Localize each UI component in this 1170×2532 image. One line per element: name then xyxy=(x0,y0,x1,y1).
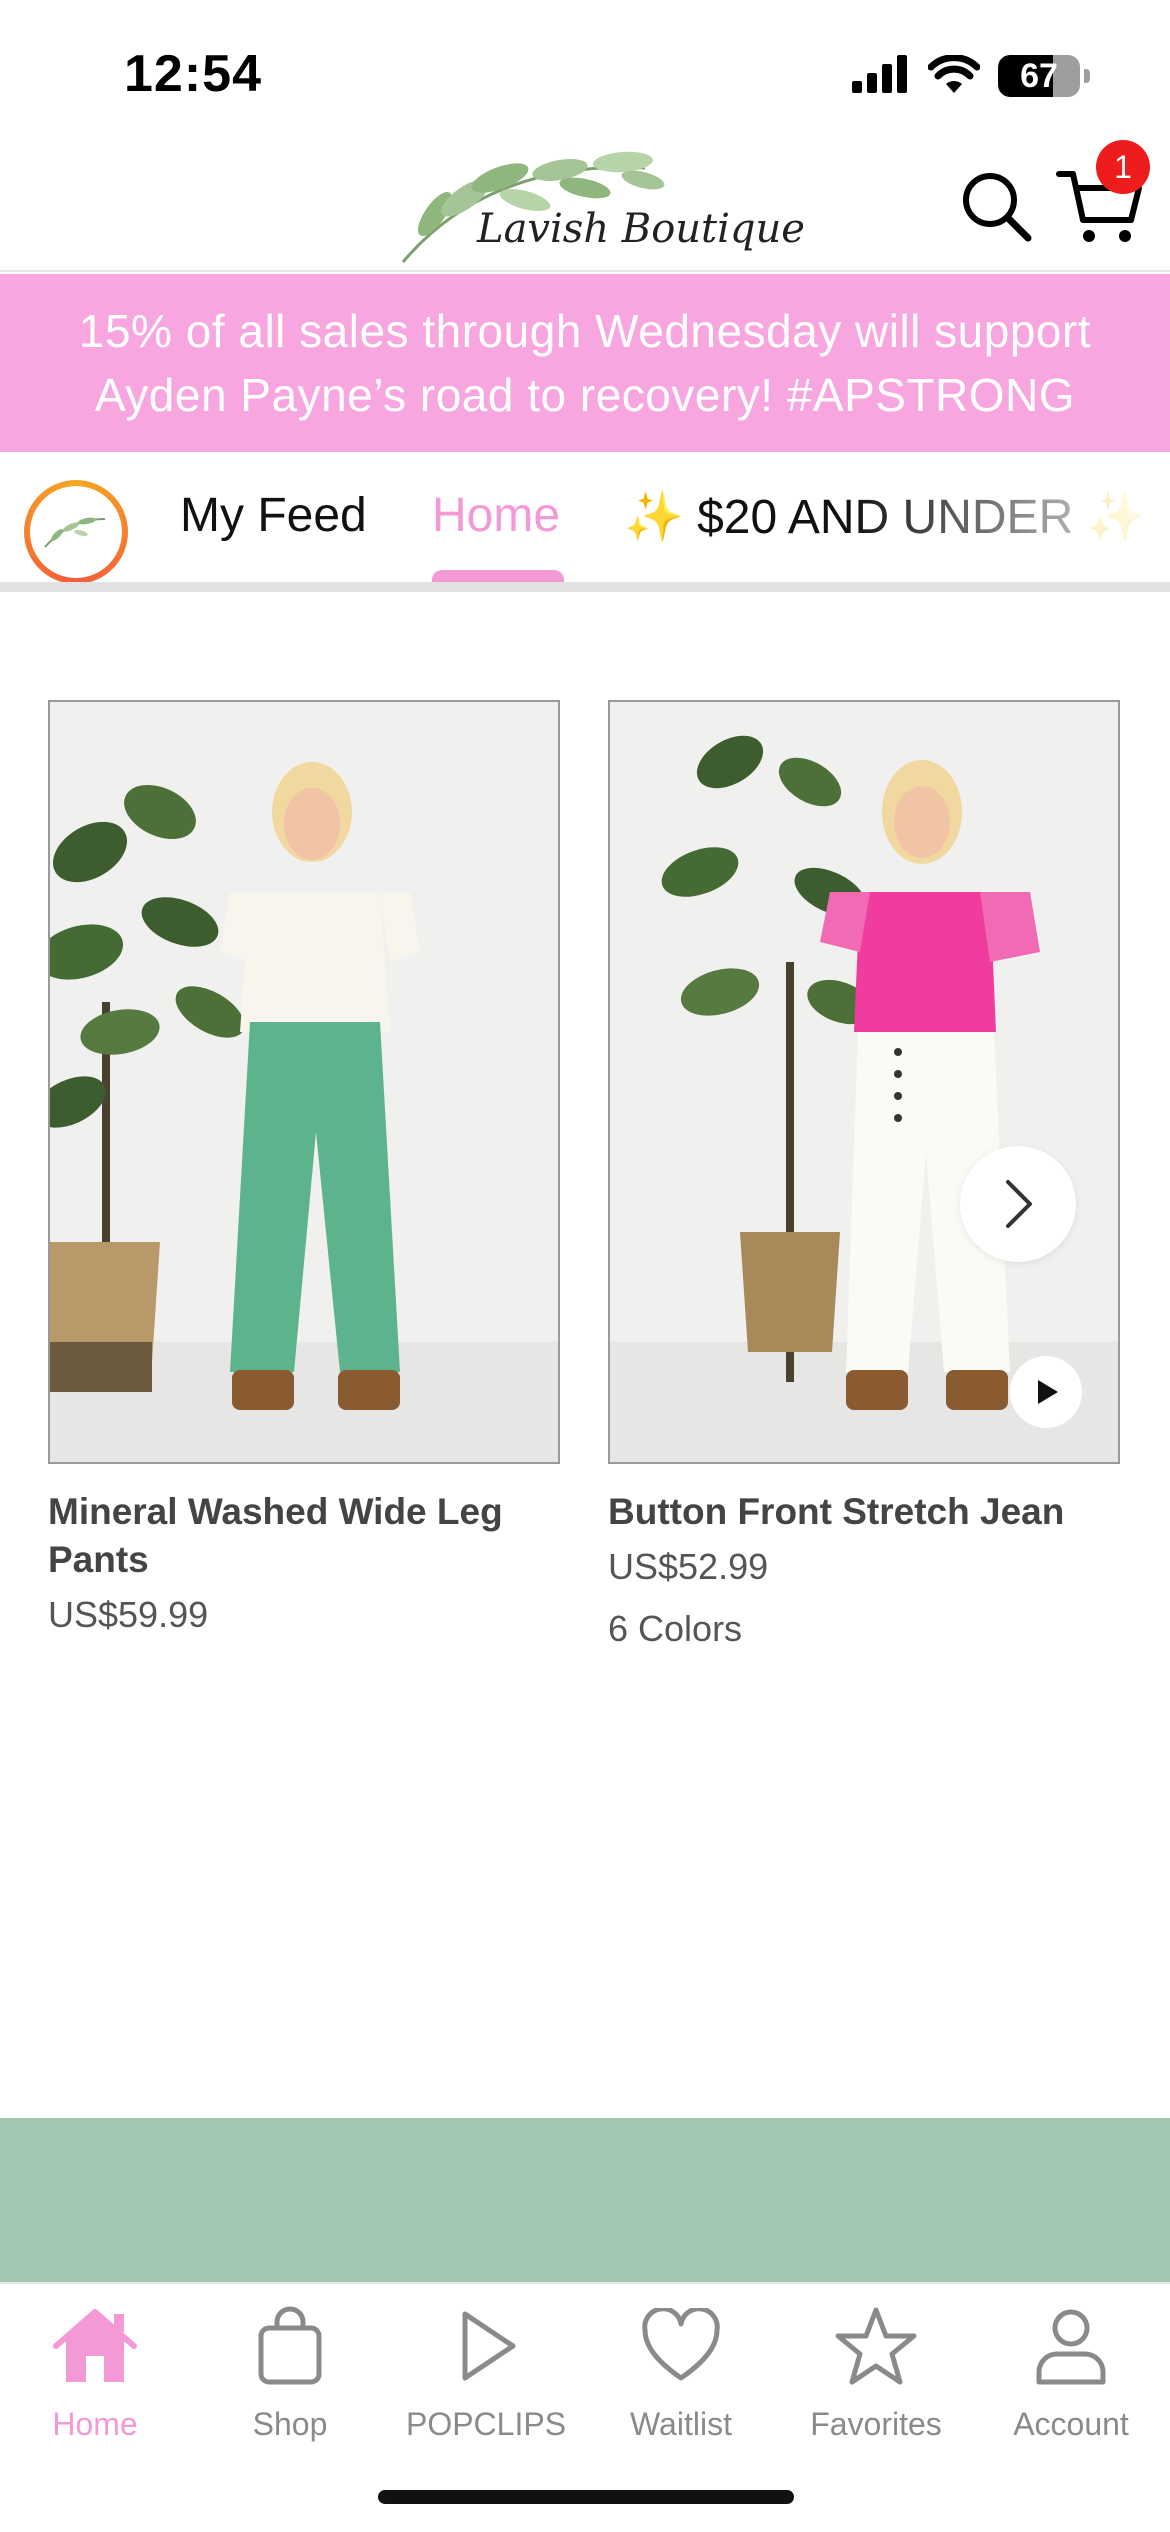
promo-line-2: Ayden Payne’s road to recovery! #APSTRON… xyxy=(94,369,1076,421)
heart-icon xyxy=(633,2298,729,2394)
promo-banner[interactable]: 15% of all sales through Wednesday will … xyxy=(0,274,1170,452)
tab-home[interactable]: Home xyxy=(432,488,560,543)
nav-item-home[interactable]: Home xyxy=(5,2298,185,2458)
wifi-icon xyxy=(927,53,981,98)
nav-label: Account xyxy=(1013,2406,1129,2442)
nav-item-favorites[interactable]: Favorites xyxy=(786,2298,966,2458)
status-icons: 67 xyxy=(852,53,1090,98)
promo-line-1: 15% of all sales through Wednesday will … xyxy=(78,305,1092,357)
product-photo-green-pants xyxy=(50,702,558,1462)
signal-icon xyxy=(852,54,910,98)
product-photo-white-jeans xyxy=(610,702,1118,1462)
cart-badge: 1 xyxy=(1096,140,1150,194)
product-card[interactable]: Mineral Washed Wide Leg Pants US$59.99 xyxy=(48,700,560,1636)
tab-my-feed[interactable]: My Feed xyxy=(180,488,367,543)
home-icon xyxy=(47,2298,143,2394)
nav-item-waitlist[interactable]: Waitlist xyxy=(591,2298,771,2458)
star-icon xyxy=(828,2298,924,2394)
nav-label: POPCLIPS xyxy=(405,2406,567,2442)
product-color-count[interactable]: 6 Colors xyxy=(608,1608,1120,1650)
status-time: 12:54 xyxy=(124,45,262,103)
category-tabs: My Feed Home ✨ $20 AND UNDER ✨ xyxy=(0,452,1170,592)
search-icon xyxy=(963,173,1032,242)
product-card[interactable]: Button Front Stretch Jean US$52.99 6 Col… xyxy=(608,700,1120,1650)
app-header: Lavish Boutique xyxy=(0,140,1170,272)
nav-item-shop[interactable]: Shop xyxy=(200,2298,380,2458)
product-title[interactable]: Mineral Washed Wide Leg Pants xyxy=(48,1488,560,1584)
promo-text: 15% of all sales through Wednesday will … xyxy=(35,299,1135,427)
battery-percent: 67 xyxy=(1020,57,1058,95)
store-logo[interactable]: Lavish Boutique xyxy=(395,140,805,272)
active-tab-indicator xyxy=(432,570,564,582)
home-indicator[interactable] xyxy=(378,2490,794,2504)
product-price: US$52.99 xyxy=(608,1546,769,1587)
nav-item-popclips[interactable]: POPCLIPS xyxy=(396,2298,576,2458)
tab-20-and-under[interactable]: ✨ $20 AND UNDER ✨ xyxy=(624,488,1146,545)
logo-text: Lavish Boutique xyxy=(477,206,805,252)
person-icon xyxy=(1023,2298,1119,2394)
play-icon xyxy=(1038,1380,1058,1404)
battery-cap xyxy=(1084,69,1090,83)
search-button[interactable] xyxy=(960,170,1032,242)
leaf-avatar-icon xyxy=(44,517,106,548)
avatar-inner xyxy=(30,486,122,578)
chevron-right-icon xyxy=(1006,1180,1032,1228)
status-bar: 12:54 67 xyxy=(0,0,1170,140)
product-price: US$59.99 xyxy=(48,1594,209,1635)
store-avatar[interactable] xyxy=(24,480,128,582)
product-image[interactable] xyxy=(608,700,1120,1464)
play-video-button[interactable] xyxy=(1010,1356,1082,1428)
next-image-button[interactable] xyxy=(960,1146,1076,1262)
nav-label: Shop xyxy=(252,2406,328,2442)
product-title[interactable]: Button Front Stretch Jean xyxy=(608,1488,1120,1536)
play-icon xyxy=(438,2298,534,2394)
battery-icon: 67 xyxy=(998,55,1080,97)
footer-band xyxy=(0,2118,1170,2282)
nav-label: Waitlist xyxy=(630,2406,732,2442)
shopping-bag-icon xyxy=(242,2298,338,2394)
product-image[interactable] xyxy=(48,700,560,1464)
nav-label: Favorites xyxy=(810,2406,942,2442)
nav-label: Home xyxy=(52,2406,138,2442)
nav-item-account[interactable]: Account xyxy=(981,2298,1161,2458)
